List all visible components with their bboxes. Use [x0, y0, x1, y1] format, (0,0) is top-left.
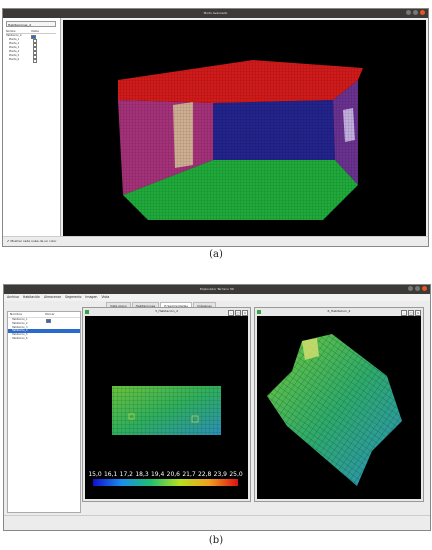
temperature-colorbar — [93, 479, 238, 486]
tree-item-label: Planta_6 — [9, 58, 20, 61]
thermal-explorer-window: Explorador Térmico 3D Archivo Habitación… — [3, 284, 431, 531]
colorbar-tick-label: 19,4 — [151, 471, 165, 478]
cloud-list-panel: Habitaciones_4 Nombre Visible Habitacion… — [3, 18, 61, 236]
room-list-panel: Nombre Ubicar Habitacion_1 Habitacion_2 … — [7, 311, 81, 513]
close-button[interactable] — [420, 10, 425, 15]
caption-b: (b) — [208, 535, 224, 546]
colorbar-tick-label: 15,0 — [88, 471, 102, 478]
minimize-button[interactable] — [408, 286, 413, 291]
pane-maximize-button[interactable]: □ — [408, 309, 414, 316]
menu-habitacion[interactable]: Habitación — [23, 294, 40, 301]
window-title-bar: Explorador Térmico 3D — [4, 285, 430, 294]
pane-close-button[interactable]: × — [242, 309, 248, 316]
colorbar-tick-label: 16,1 — [104, 471, 118, 478]
window-title: Modo Avanzado — [203, 11, 228, 15]
room-mesh — [112, 386, 221, 435]
pane-maximize-button[interactable]: □ — [235, 309, 241, 316]
tree-item[interactable]: Planta_6 — [6, 58, 56, 64]
column-header-ubicar: Ubicar — [45, 312, 55, 316]
caption-a: (a) — [209, 249, 223, 260]
colorbar-tick-label: 20,6 — [167, 471, 181, 478]
menu-almacenar[interactable]: Almacenar — [44, 294, 61, 301]
colorbar-tick-label: 25,0 — [229, 471, 243, 478]
column-header-name: Nombre — [6, 30, 16, 33]
room-list-item[interactable]: Habitacion_6 — [8, 337, 80, 341]
status-text: Mostrar cada nube de un color — [10, 239, 57, 243]
thermal-render-1: 15,0 16,1 17,2 18,3 19,4 20,6 21,7 22,8 23,9 25,0 — [88, 386, 243, 486]
advanced-mode-window: Modo Avanzado Habitaciones_4 Nombre Visi… — [2, 8, 429, 247]
point-cloud-viewport[interactable] — [63, 20, 426, 242]
pane-1-title: 3_Habitacion_4 — [155, 309, 178, 313]
room-select-value: Habitaciones_4 — [8, 23, 31, 27]
maximize-button[interactable] — [413, 10, 418, 15]
colorbar-tick-label: 18,3 — [135, 471, 149, 478]
colorbar-tick-label: 22,8 — [198, 471, 212, 478]
point-cloud-render — [103, 50, 373, 230]
colorbar-tick-label: 23,9 — [214, 471, 228, 478]
maximize-button[interactable] — [415, 286, 420, 291]
status-bar — [4, 515, 430, 530]
menu-bar: Archivo Habitación Almacenar Segmento Im… — [4, 294, 430, 301]
colorbar-tick-label: 21,7 — [182, 471, 196, 478]
colorbar-ticks: 15,0 16,1 17,2 18,3 19,4 20,6 21,7 22,8 23,9 25,0 — [88, 471, 243, 478]
window-controls — [406, 10, 425, 15]
menu-imagen[interactable]: Imagen — [85, 294, 97, 301]
close-button[interactable] — [422, 286, 427, 291]
pane-controls: – □ × — [401, 309, 421, 316]
thermal-view-2[interactable] — [257, 316, 421, 499]
visible-checkbox[interactable] — [32, 58, 37, 64]
column-header-name: Nombre — [10, 312, 22, 316]
menu-vista[interactable]: Vista — [101, 294, 109, 301]
room-select[interactable]: Habitaciones_4 — [6, 21, 56, 27]
window-title-bar: Modo Avanzado — [3, 9, 428, 18]
room-3d-mesh — [267, 334, 402, 486]
window-controls — [408, 286, 427, 291]
room-label: Habitacion_6 — [12, 336, 28, 340]
column-header-visible: Visible — [31, 30, 39, 33]
status-bar: ✔ Mostrar cada nube de un color — [3, 236, 428, 246]
pane-close-button[interactable]: × — [415, 309, 421, 316]
thermal-render-2 — [267, 334, 402, 486]
pane-minimize-button[interactable]: – — [228, 309, 234, 316]
thermal-pane-1: 3_Habitacion_4 – □ × 15,0 16,1 17,2 18,3… — [82, 307, 251, 502]
thermal-pane-2: 6_Habitacion_4 – □ × — [254, 307, 424, 502]
point-grid-texture — [103, 50, 373, 230]
pane-controls: – □ × — [228, 309, 248, 316]
cloud-table: Nombre Visible Habitacion_4 Planta_1 Pla… — [6, 30, 56, 64]
thermal-view-1[interactable]: 15,0 16,1 17,2 18,3 19,4 20,6 21,7 22,8 23,9 25,0 — [85, 316, 248, 499]
pane-minimize-button[interactable]: – — [401, 309, 407, 316]
window-title: Explorador Térmico 3D — [199, 287, 234, 291]
colorbar-tick-label: 17,2 — [120, 471, 134, 478]
pane-2-title: 6_Habitacion_4 — [327, 309, 351, 313]
menu-segmento[interactable]: Segmento — [65, 294, 81, 301]
warm-region — [302, 338, 319, 360]
minimize-button[interactable] — [406, 10, 411, 15]
menu-archivo[interactable]: Archivo — [7, 294, 19, 301]
